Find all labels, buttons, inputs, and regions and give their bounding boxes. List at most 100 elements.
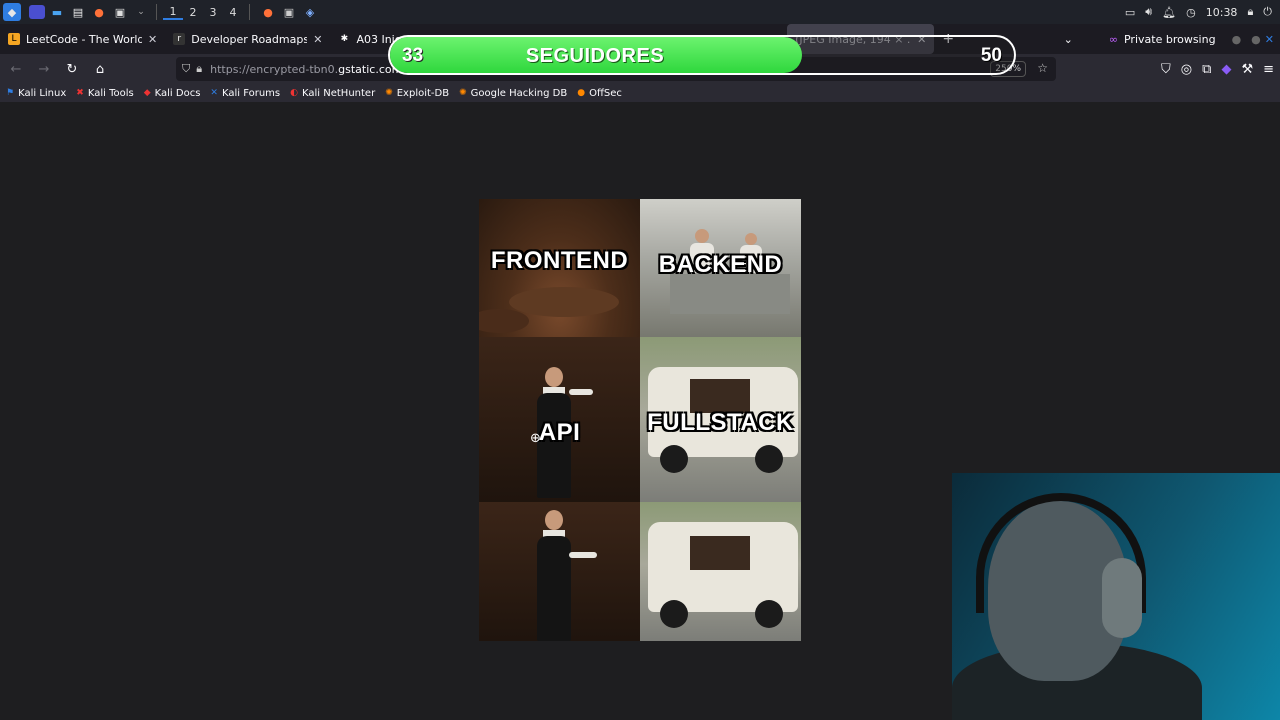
bookmark-label: OffSec: [589, 87, 622, 99]
bookmark-offsec[interactable]: ● OffSec: [577, 88, 622, 99]
close-window-icon[interactable]: ✕: [1263, 24, 1280, 54]
private-browsing-indicator: ∞ Private browsing: [1101, 24, 1224, 54]
chef-head: [745, 233, 757, 245]
fullstack-label: FULLSTACK: [647, 409, 794, 436]
taskbar-app-icon[interactable]: ◈: [301, 3, 319, 21]
kali-menu-icon[interactable]: ◆: [3, 3, 21, 21]
lock-icon[interactable]: 🔒︎: [1247, 5, 1253, 19]
extensions-icon[interactable]: ⧉: [1202, 62, 1211, 77]
bookmark-kali-forums[interactable]: ✕ Kali Forums: [210, 88, 280, 99]
api-label: API: [538, 419, 581, 446]
api-panel: API: [479, 337, 640, 502]
url-prefix: https://encrypted-tbn0.: [210, 62, 339, 76]
text-editor-icon[interactable]: ▤: [69, 3, 87, 21]
bookmarks-toolbar: ⚑ Kali Linux ✖ Kali Tools ◆ Kali Docs ✕ Kali…: [0, 84, 1280, 102]
bookmark-label: Google Hacking DB: [470, 87, 568, 99]
extension-icon[interactable]: ◆: [1221, 62, 1231, 77]
bookmark-kali-docs[interactable]: ◆ Kali Docs: [144, 88, 201, 99]
system-tray: ▭ 🔊︎ 🔔︎ ◷ 10:38 🔒︎ ⏻: [1125, 0, 1280, 24]
backend-panel: BACKEND: [640, 199, 801, 337]
bookmark-kali-tools[interactable]: ✖ Kali Tools: [76, 88, 133, 99]
bookmark-label: Kali Tools: [87, 87, 134, 99]
maximize-window-icon[interactable]: ●: [1249, 24, 1263, 54]
waiter-panel: [479, 502, 640, 641]
bookmark-google-hacking-db[interactable]: ✺ Google Hacking DB: [459, 88, 567, 99]
bookmark-label: Kali Forums: [221, 87, 281, 99]
waiter-tray: [569, 389, 593, 395]
padlock-icon[interactable]: 🔒︎: [196, 62, 202, 76]
truck-wheel: [755, 600, 783, 628]
panel-separator: [249, 4, 250, 20]
tab-leetcode[interactable]: L LeetCode - The World's L ✕: [0, 24, 165, 54]
frontend-panel: FRONTEND: [479, 199, 640, 337]
bookmark-label: Kali NetHunter: [302, 87, 376, 99]
workspace-1[interactable]: 1: [163, 5, 183, 20]
frontend-label: FRONTEND: [490, 247, 629, 274]
fullstack-panel: FULLSTACK: [640, 337, 801, 502]
forward-button[interactable]: →: [32, 57, 56, 81]
chef-head: [695, 229, 709, 243]
list-all-tabs-icon[interactable]: ⌄: [1056, 24, 1081, 54]
truck-wheel: [660, 445, 688, 473]
clock-icon: ◷: [1186, 5, 1196, 19]
truck-wheel: [660, 600, 688, 628]
bookmark-kali-nethunter[interactable]: ◐ Kali NetHunter: [290, 88, 375, 99]
truck-panel: [640, 502, 801, 641]
truck-window: [690, 379, 750, 413]
restaurant-table: [479, 309, 529, 333]
firefox-icon[interactable]: ●: [90, 3, 108, 21]
desktop-icon[interactable]: [29, 5, 45, 19]
leetcode-icon: L: [8, 33, 20, 45]
tools-icon[interactable]: ⚒: [1241, 62, 1253, 77]
backend-label: BACKEND: [658, 251, 783, 278]
bookmark-star-icon[interactable]: ☆: [1037, 61, 1048, 75]
kali-icon: ⚑: [6, 88, 15, 98]
followers-goal-overlay: 33 SEGUIDORES 50: [388, 35, 1016, 75]
private-browsing-label: Private browsing: [1123, 32, 1216, 46]
notification-bell-icon[interactable]: 🔔︎: [1162, 6, 1176, 19]
volume-icon[interactable]: 🔊︎: [1145, 5, 1152, 19]
roadmap-icon: r: [173, 33, 186, 45]
streamer-hand: [1102, 558, 1142, 638]
kali-docs-icon: ◆: [143, 88, 151, 98]
clock-time[interactable]: 10:38: [1206, 6, 1238, 19]
nethunter-icon: ◐: [290, 88, 298, 98]
close-tab-icon[interactable]: ✕: [148, 33, 157, 46]
private-mask-icon: ∞: [1108, 32, 1118, 46]
truck-wheel: [755, 445, 783, 473]
owasp-icon: ✱: [340, 34, 349, 44]
chevron-down-icon[interactable]: ⌄: [132, 3, 150, 21]
ghdb-icon: ✺: [459, 88, 467, 98]
terminal-icon[interactable]: ▣: [111, 3, 129, 21]
os-top-panel: ◆ ▬ ▤ ● ▣ ⌄ 1 2 3 4 ● ▣ ◈ ▭ 🔊︎ 🔔︎ ◷ 10:3…: [0, 0, 1280, 24]
waiter-tray: [569, 552, 597, 558]
tracking-protection-icon[interactable]: ⛉: [182, 62, 190, 76]
taskbar-window-icon[interactable]: ▣: [280, 3, 298, 21]
kali-tools-icon: ✖: [76, 88, 84, 98]
menu-icon[interactable]: ≡: [1263, 62, 1274, 77]
power-icon[interactable]: ⏻: [1263, 5, 1272, 19]
tab-title: LeetCode - The World's L: [26, 32, 142, 46]
account-icon[interactable]: ◎: [1181, 62, 1192, 77]
minimize-window-icon[interactable]: ●: [1224, 24, 1250, 54]
workspace-2[interactable]: 2: [183, 6, 203, 19]
panel-separator: [156, 4, 157, 20]
close-tab-icon[interactable]: ✕: [313, 33, 322, 46]
bookmark-kali-linux[interactable]: ⚑ Kali Linux: [6, 88, 66, 99]
pocket-icon[interactable]: ⛉: [1161, 62, 1171, 77]
back-button[interactable]: ←: [4, 57, 28, 81]
bookmark-exploit-db[interactable]: ✺ Exploit-DB: [385, 88, 449, 99]
reload-button[interactable]: ↻: [60, 57, 84, 81]
workspace-3[interactable]: 3: [203, 6, 223, 19]
zoom-cursor-icon: ⊕: [530, 431, 541, 446]
kali-forums-icon: ✕: [210, 88, 218, 98]
kitchen-counter: [670, 274, 790, 314]
truck-window: [690, 536, 750, 570]
meme-image[interactable]: FRONTEND BACKEND API FULLSTACK: [479, 199, 801, 641]
tab-roadmaps[interactable]: r Developer Roadmaps - ro ✕: [165, 24, 330, 54]
file-manager-icon[interactable]: ▬: [48, 3, 66, 21]
display-icon[interactable]: ▭: [1125, 6, 1135, 19]
taskbar-firefox-icon[interactable]: ●: [259, 3, 277, 21]
home-button[interactable]: ⌂: [88, 57, 112, 81]
workspace-4[interactable]: 4: [223, 6, 243, 19]
